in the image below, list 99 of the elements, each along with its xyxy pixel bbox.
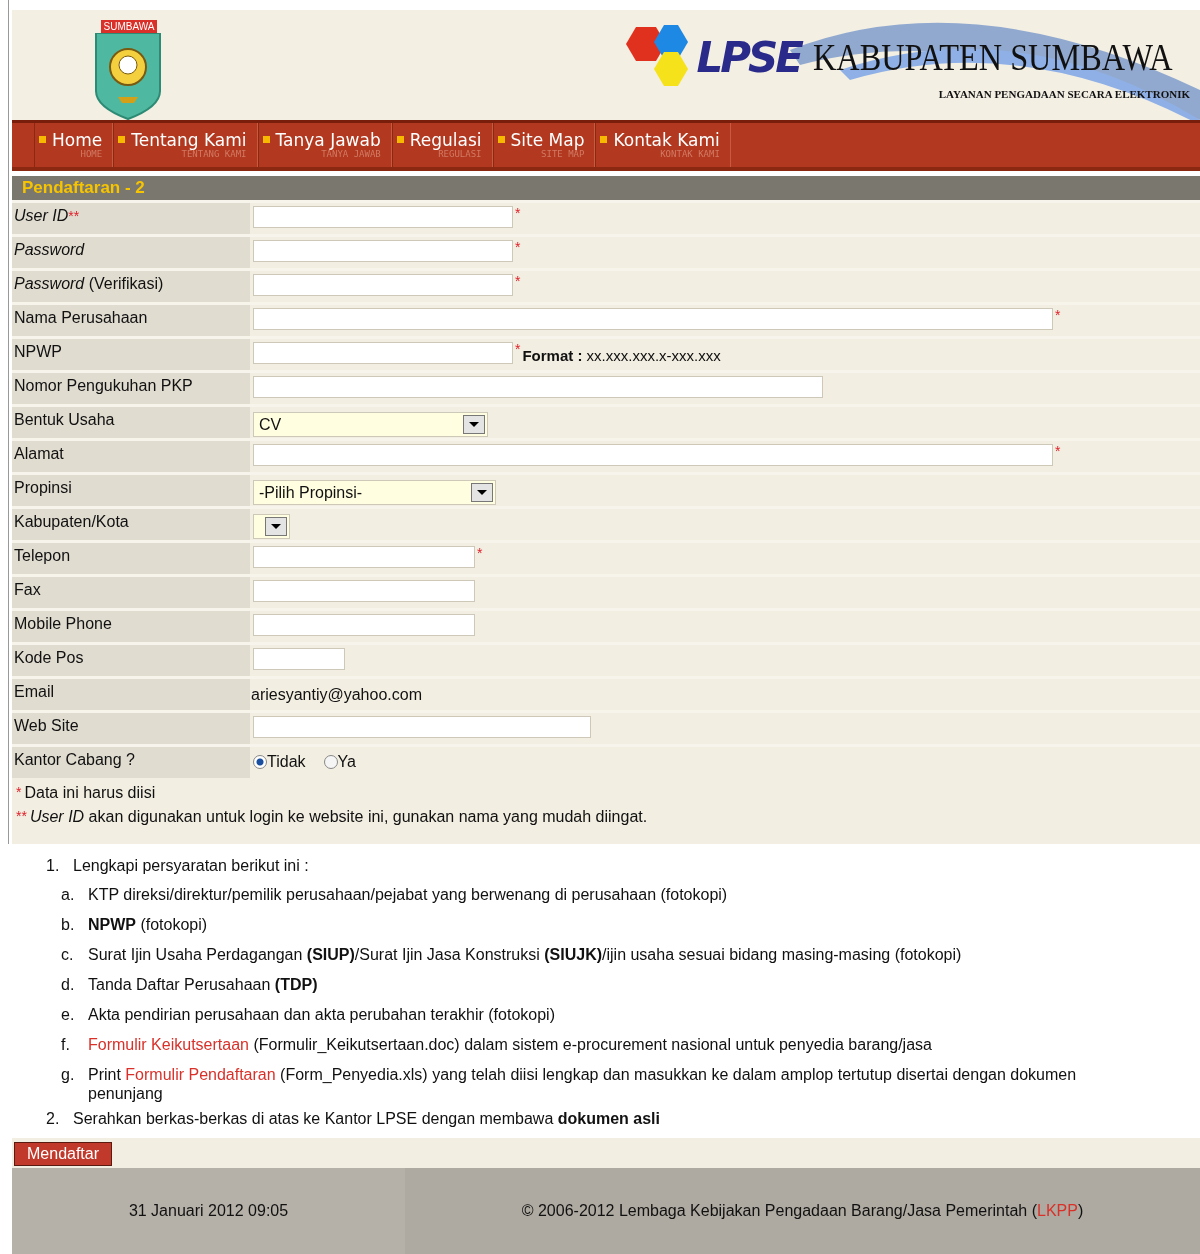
dropdown[interactable]: CV [253,412,488,437]
field-label: Bentuk Usaha [12,407,250,438]
required-mark: * [1055,307,1061,323]
nav-sublabel: TANYA JAWAB [321,149,381,159]
field-label: Password (Verifikasi) [12,271,250,302]
list-item-text: KTP direksi/direktur/pemilik perusahaan/pejabat yang berwenang di perusahaan (fotokopi) [88,885,728,904]
bullet-icon [262,136,270,143]
link[interactable]: Formulir Keikutsertaan [88,1036,249,1053]
field-label: Kabupaten/Kota [12,509,250,540]
nav-link[interactable]: Regulasi REGULASI [391,123,493,167]
required-mark: * [1055,443,1061,459]
field-label: Fax [12,577,250,608]
required-mark: * [515,239,521,255]
radio-button[interactable] [323,755,338,769]
required-mark: * [515,273,521,289]
field-label: User ID** [12,203,250,234]
nav-sublabel: REGULASI [438,149,482,159]
list-marker: a. [61,885,76,904]
bullet-icon [118,136,126,143]
field-label: NPWP [12,339,250,370]
dropdown[interactable] [253,514,290,539]
input-field[interactable] [253,580,475,602]
list-marker: e. [61,1005,76,1024]
note-text: Data ini harus diisi [24,784,156,802]
emblem-label: SUMBAWA [100,20,158,33]
field-label: Alamat [12,441,250,472]
nav-link[interactable]: Home HOME [34,123,114,167]
list-item-text: Print Formulir Pendaftaran (Form_Penyedia.xls) yang telah diisi lengkap dan masukkan ke dalam amplop tertutup disertai dengan dokumen penunjang [88,1065,1078,1103]
list-marker: d. [61,975,76,994]
bullet-icon [39,136,46,143]
nav-sublabel: HOME [80,149,103,159]
list-item-text: Surat Ijin Usaha Perdagangan (SIUP)/Surat Ijin Jasa Konstruksi (SIUJK)/ijin usaha sesuai bidang masing-masing (fotokopi) [88,945,962,964]
input-field[interactable] [253,716,591,738]
caret-icon [477,490,487,495]
field-label: Kode Pos [12,645,250,676]
nav-link[interactable]: Tanya Jawab TANYA JAWAB [257,123,392,167]
bullet-icon [600,136,608,143]
list-marker: 2. [46,1109,61,1128]
shield-icon [94,33,164,120]
required-mark: * [16,784,22,800]
required-mark: ** [16,808,27,824]
radio-label[interactable]: Ya [337,753,356,771]
list-marker: 1. [46,856,61,875]
required-mark: * [515,205,521,221]
copyright-text: © 2006-2012 Lembaga Kebijakan Pengadaan Barang/Jasa Pemerintah (LKPP) [521,1202,1084,1220]
input-field[interactable] [253,546,475,568]
input-field[interactable] [253,206,513,228]
input-field[interactable] [253,648,345,670]
brand-logo-text: LPSE [696,32,801,82]
nav-sublabel: TENTANG KAMI [181,149,247,159]
field-label: Nomor Pengukuhan PKP [12,373,250,404]
dropdown[interactable]: -Pilih Propinsi- [253,480,496,505]
field-label: Web Site [12,713,250,744]
page-title: Pendaftaran - 2 [12,176,1200,200]
list-marker: g. [61,1065,76,1085]
caret-icon [469,422,479,427]
list-item-text: Akta pendirian perusahaan dan akta perubahan terakhir (fotokopi) [88,1005,555,1024]
caret-icon [271,524,281,529]
list-item-text: Serahkan berkas-berkas di atas ke Kantor LPSE dengan membawa dokumen asli [73,1109,660,1128]
input-field[interactable] [253,342,513,364]
field-label: Telepon [12,543,250,574]
list-item-text: Tanda Daftar Perusahaan (TDP) [88,975,318,994]
link[interactable]: Formulir Pendaftaran [125,1066,276,1083]
field-label: Kantor Cabang ? [12,747,250,778]
site-title: KABUPATEN SUMBAWA [812,35,1173,79]
nav-link[interactable]: Site Map SITE MAP [492,123,596,167]
list-item-text: Lengkapi persyaratan berikut ini : [73,856,309,875]
nav-sublabel: KONTAK KAMI [660,149,720,159]
site-subtitle: LAYANAN PENGADAAN SECARA ELEKTRONIK [938,88,1190,100]
bullet-icon [497,136,505,143]
note-text: User ID akan digunakan untuk login ke website ini, gunakan nama yang mudah diingat. [29,808,648,826]
field-value: ariesyantiy@yahoo.com [251,685,422,704]
field-label: Mobile Phone [12,611,250,642]
radio-button[interactable] [253,755,267,769]
list-marker: c. [61,945,75,964]
field-label: Nama Perusahaan [12,305,250,336]
field-label: Email [12,679,250,710]
input-field[interactable] [253,444,1053,466]
input-field[interactable] [253,376,823,398]
nav-link[interactable]: Kontak Kami KONTAK KAMI [595,123,731,167]
required-mark: * [477,545,483,561]
bullet-icon [396,136,404,143]
field-label: Password [12,237,250,268]
list-item-text: Formulir Keikutsertaan (Formulir_Keikutsertaan.doc) dalam sistem e-procurement nasional untuk penyedia barang/jasa [88,1035,932,1054]
nav-link[interactable]: Tentang Kami TENTANG KAMI [113,123,258,167]
input-field[interactable] [253,614,475,636]
list-marker: f. [61,1035,71,1054]
register-button[interactable]: Mendaftar [14,1142,113,1166]
list-item-text: NPWP (fotokopi) [88,915,208,934]
list-marker: b. [61,915,76,934]
required-mark: * [515,341,521,357]
format-hint: Format : xx.xxx.xxx.x-xxx.xxx [522,346,721,364]
input-field[interactable] [253,240,513,262]
input-field[interactable] [253,308,1053,330]
field-label: Propinsi [12,475,250,506]
footer-datetime: 31 Januari 2012 09:05 [128,1202,289,1220]
radio-label[interactable]: Tidak [267,753,306,771]
input-field[interactable] [253,274,513,296]
nav-sublabel: SITE MAP [541,149,585,159]
